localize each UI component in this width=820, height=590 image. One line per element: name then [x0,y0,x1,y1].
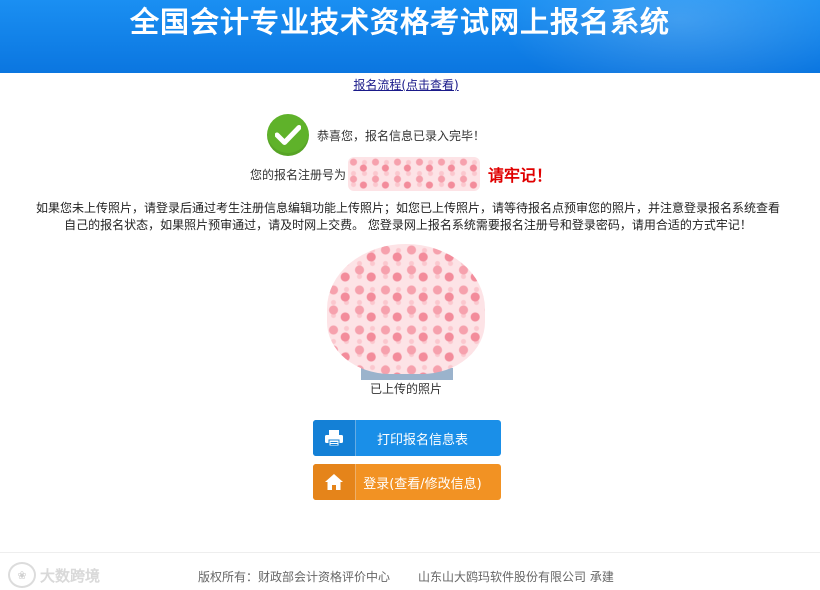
print-registration-button[interactable]: 打印报名信息表 [313,420,501,456]
print-button-label: 打印报名信息表 [376,432,468,448]
footer-copyright: 版权所有：财政部会计资格评价中心 [198,570,391,584]
footer-divider [0,552,820,553]
home-icon [313,464,356,500]
footer: 版权所有：财政部会计资格评价中心 山东山大鸥玛软件股份有限公司 承建 [0,568,820,586]
registration-number-row: 您的报名注册号为 请牢记！ [250,156,552,192]
system-title: 全国会计专业技术资格考试网上报名系统 [129,5,670,39]
remember-notice: 请牢记！ [488,166,553,185]
printer-icon [313,420,356,456]
uploaded-photo [327,244,485,380]
success-message: 恭喜您，报名信息已录入完毕！ [317,128,486,143]
success-check-icon [267,114,309,156]
notice-line-1: 如果您未上传照片，请登录后通过考生注册信息编辑功能上传照片；如您已上传照片，请等… [35,201,780,215]
registration-number-mask [348,157,481,191]
notice-line-2: 自己的报名状态，如果照片预审通过，请及时网上交费。 您登录网上报名系统需要报名注… [64,218,752,232]
login-button-label: 登录(查看/修改信息) [363,476,482,492]
login-button[interactable]: 登录(查看/修改信息) [313,464,501,500]
photo-caption: 已上传的照片 [369,382,442,396]
header-banner: 全国会计专业技术资格考试网上报名系统 [0,0,820,73]
photo-notice: 如果您未上传照片，请登录后通过考生注册信息编辑功能上传照片；如您已上传照片，请等… [2,200,814,234]
success-message-row: 恭喜您，报名信息已录入完毕！ [267,113,485,157]
registration-number-label: 您的报名注册号为 [250,167,347,182]
registration-process-link[interactable]: 报名流程(点击查看) [0,76,812,93]
photo-privacy-mask [327,244,485,374]
footer-vendor: 山东山大鸥玛软件股份有限公司 承建 [418,570,614,584]
